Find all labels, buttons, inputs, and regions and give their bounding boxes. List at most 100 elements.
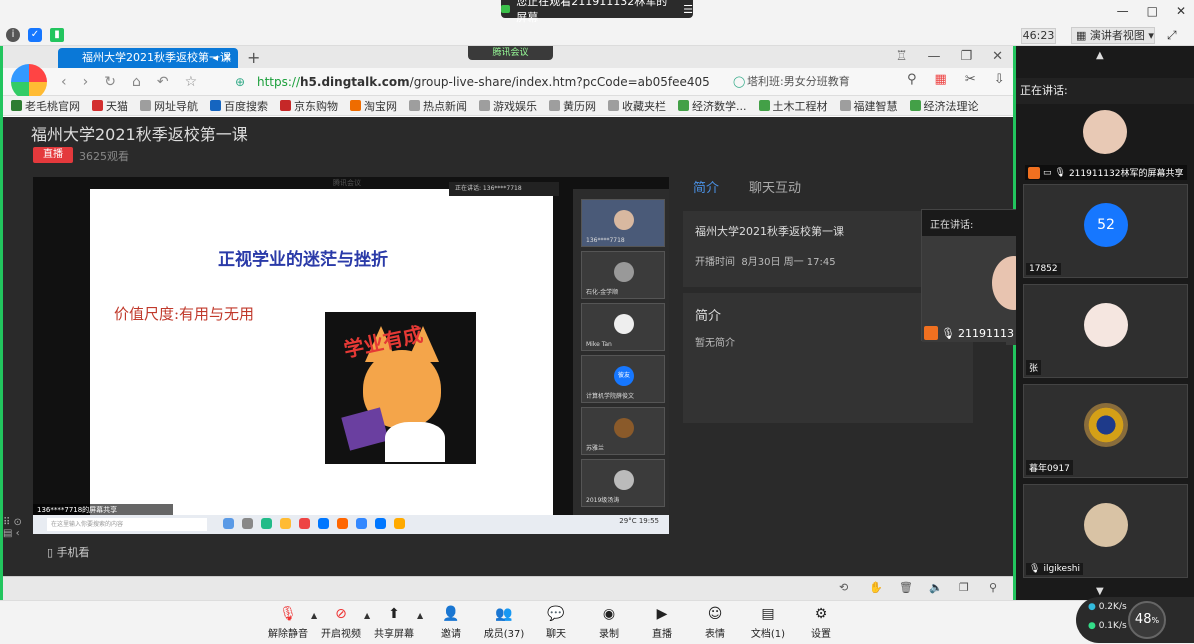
- fullscreen-icon[interactable]: ⤢: [1167, 28, 1177, 43]
- speaker-view-dropdown[interactable]: ▦ 演讲者视图 ▾: [1071, 27, 1155, 44]
- bookmark-icon: [210, 100, 221, 111]
- phone-icon: ▯: [47, 546, 57, 559]
- browser-restore-button[interactable]: ❐: [960, 49, 972, 64]
- desktop-icon: ▭: [1043, 167, 1052, 178]
- speaker-icon[interactable]: 🔈: [929, 581, 943, 594]
- bookmark-item[interactable]: 淘宝网: [350, 98, 397, 114]
- screen-share-icon: [501, 5, 511, 13]
- download-icon[interactable]: ⇩: [994, 72, 1005, 87]
- bookmark-item[interactable]: 收藏夹栏: [608, 98, 666, 114]
- bookmark-item[interactable]: 福建智慧: [839, 98, 898, 114]
- new-tab-button[interactable]: +: [247, 48, 260, 67]
- shirt-icon[interactable]: ♖: [896, 49, 908, 64]
- tool-icon[interactable]: ⟲: [839, 581, 848, 594]
- unmute-button[interactable]: 🎙 解除静音: [262, 605, 314, 640]
- live-badge: 直播: [33, 147, 73, 163]
- bookmark-item[interactable]: 土木工程材: [758, 98, 828, 114]
- refresh-icon[interactable]: ↻: [104, 74, 116, 90]
- avatar: 52: [1084, 203, 1128, 247]
- viewing-screen-banner[interactable]: 您正在观看211911132林军的屏幕 ☰: [501, 0, 693, 24]
- browser-minimize-button[interactable]: —: [927, 49, 940, 64]
- live-video[interactable]: 腾讯会议 正视学业的迷茫与挫折 价值尺度:有用与无用 学业有成 正在讲话: 13…: [33, 177, 669, 534]
- back-icon[interactable]: ‹: [61, 74, 67, 90]
- undo-icon[interactable]: ↶: [157, 74, 169, 90]
- window-icon[interactable]: ❐: [959, 581, 969, 594]
- bookmark-item[interactable]: 热点新闻: [409, 98, 467, 114]
- info-icon[interactable]: i: [6, 28, 20, 42]
- participant-card[interactable]: 暮年0917: [1023, 384, 1188, 478]
- tab-chat[interactable]: 聊天互动: [749, 177, 801, 196]
- document-button[interactable]: ▤ 文档(1): [742, 605, 794, 640]
- browser-tab[interactable]: 福州大学2021秋季返校第一课 ◂ ✕: [58, 48, 238, 68]
- shield-icon[interactable]: ✓: [28, 28, 42, 42]
- hand-icon[interactable]: ✋: [869, 581, 883, 594]
- signal-icon[interactable]: ▮: [50, 28, 64, 42]
- forward-icon[interactable]: ›: [83, 74, 89, 90]
- slide-header: 腾讯会议: [333, 179, 361, 187]
- emoji-button[interactable]: ☺ 表情: [689, 605, 741, 640]
- bookmark-item[interactable]: 黄历网: [549, 98, 596, 114]
- members-label: 成员(37): [483, 629, 525, 640]
- chat-button[interactable]: 💬 聊天: [530, 605, 582, 640]
- participant-name: ilgikeshi: [1043, 564, 1080, 574]
- network-status[interactable]: ● 0.2K/s ● 0.1K/s 48%: [1076, 597, 1194, 643]
- bookmark-item[interactable]: 京东购物: [280, 98, 338, 114]
- star-icon[interactable]: ☆: [185, 74, 198, 90]
- cpu-value: 48: [1134, 612, 1152, 627]
- participant-card[interactable]: ▭ 🎙 211911132林军的屏幕共享: [1023, 92, 1188, 182]
- bookmark-item[interactable]: 老毛桃官网: [11, 98, 80, 114]
- taskbar-search: 在这里输入你要搜索的内容: [47, 518, 207, 531]
- participant-card[interactable]: 张: [1023, 284, 1188, 378]
- invite-button[interactable]: 👤 邀请: [425, 605, 477, 640]
- minimize-button[interactable]: —: [1117, 4, 1129, 18]
- upload-rate: 0.2: [1098, 602, 1114, 612]
- url-input[interactable]: ⊕ https://h5.dingtalk.com/group-live-sha…: [231, 72, 721, 92]
- live-button[interactable]: ▶ 直播: [636, 605, 688, 640]
- close-button[interactable]: ✕: [1176, 4, 1186, 18]
- bookmark-item[interactable]: 天猫: [92, 98, 128, 114]
- participant-name: 211911132林军的屏幕共享: [1068, 169, 1184, 179]
- browser-search-input[interactable]: ◯ 塔利班:男女分班教育: [731, 72, 891, 92]
- chevron-up-icon[interactable]: ▲: [417, 611, 423, 620]
- mobile-watch-link[interactable]: ▯ 手机看: [47, 544, 90, 560]
- share-screen-button[interactable]: ⬆ 共享屏幕: [368, 605, 420, 640]
- home-icon[interactable]: ⌂: [132, 74, 141, 90]
- start-video-button[interactable]: ⊘ 开启视频: [315, 605, 367, 640]
- maximize-button[interactable]: □: [1147, 4, 1158, 18]
- scissors-icon[interactable]: ✂: [965, 72, 976, 87]
- participant-card[interactable]: 🎙 ilgikeshi: [1023, 484, 1188, 578]
- scroll-up-icon[interactable]: ▲: [1096, 50, 1104, 61]
- bookmark-item[interactable]: 游戏娱乐: [479, 98, 537, 114]
- bookmark-item[interactable]: 网址导航: [140, 98, 198, 114]
- tencent-meeting-pill[interactable]: 腾讯会议: [468, 46, 553, 60]
- bookmark-label: 老毛桃官网: [25, 99, 80, 113]
- document-icon: ▤: [761, 606, 775, 622]
- info-time: 8月30日 周一 17:45: [741, 257, 836, 268]
- record-button[interactable]: ◉ 录制: [583, 605, 635, 640]
- emoji-label: 表情: [705, 629, 725, 640]
- bookmark-label: 游戏娱乐: [493, 99, 537, 113]
- settings-button[interactable]: ⚙ 设置: [795, 605, 847, 640]
- bookmark-item[interactable]: 经济数学...: [678, 98, 747, 114]
- browser-close-button[interactable]: ✕: [992, 49, 1003, 64]
- apps-icon[interactable]: ▦: [935, 72, 947, 87]
- members-button[interactable]: 👥 成员(37): [478, 605, 530, 640]
- delete-icon[interactable]: 🗑: [899, 581, 913, 594]
- participant-card[interactable]: 52 17852: [1023, 184, 1188, 278]
- tab-audio-icon[interactable]: ◂: [212, 48, 218, 68]
- bookmark-item[interactable]: 经济法理论: [909, 98, 979, 114]
- bookmarks-bar: 老毛桃官网 天猫 网址导航 百度搜索 京东购物 淘宝网 热点新闻 游戏娱乐 黄历网 收藏夹栏 经济数…: [3, 96, 1013, 116]
- scroll-down-icon[interactable]: ▼: [1096, 586, 1104, 597]
- bookmark-label: 天猫: [106, 99, 128, 113]
- tab-close-icon[interactable]: ✕: [223, 48, 232, 68]
- zoom-icon[interactable]: ⚲: [989, 581, 997, 594]
- participants-panel: ▲ 正在讲话: ▭ 🎙 211911132林军的屏幕共享 52 17852 张 暮年…: [1016, 46, 1194, 600]
- tab-intro[interactable]: 简介: [693, 177, 719, 196]
- menu-icon[interactable]: ☰: [683, 3, 693, 16]
- bookmark-item[interactable]: 百度搜索: [210, 98, 268, 114]
- search-icon[interactable]: ⚲: [907, 72, 917, 87]
- side-buttons[interactable]: ⠿ ⊙ ▤ ‹: [3, 517, 33, 539]
- thumb-2: Mike Tan: [581, 303, 665, 351]
- bookmark-icon: [350, 100, 361, 111]
- bookmark-label: 淘宝网: [364, 99, 397, 113]
